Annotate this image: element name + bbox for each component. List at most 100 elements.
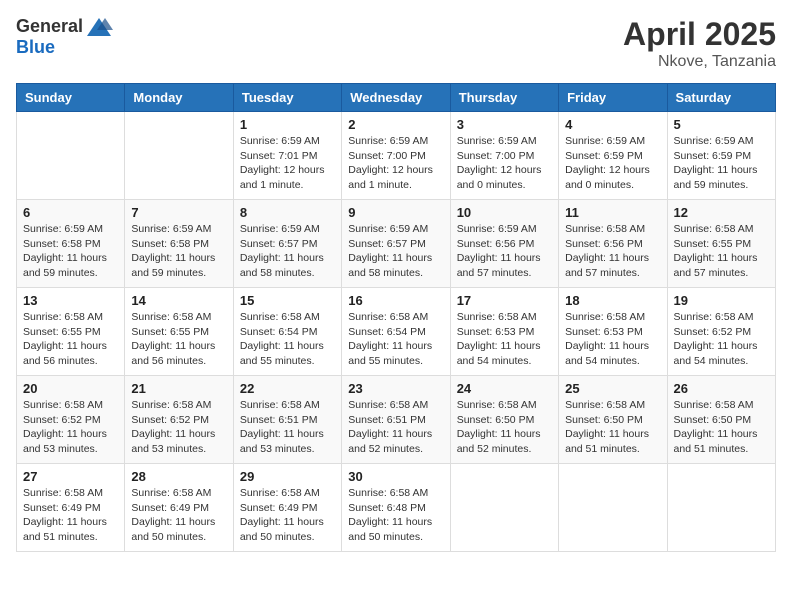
day-info: Sunrise: 6:58 AM Sunset: 6:51 PM Dayligh… <box>348 398 443 457</box>
page-header: General Blue April 2025 Nkove, Tanzania <box>16 16 776 71</box>
day-number: 18 <box>565 293 660 308</box>
day-info: Sunrise: 6:58 AM Sunset: 6:50 PM Dayligh… <box>457 398 552 457</box>
day-info: Sunrise: 6:58 AM Sunset: 6:54 PM Dayligh… <box>240 310 335 369</box>
calendar-cell: 3 Sunrise: 6:59 AM Sunset: 7:00 PM Daylig… <box>450 112 558 200</box>
day-number: 6 <box>23 205 118 220</box>
weekday-header-friday: Friday <box>559 84 667 112</box>
calendar-cell: 18 Sunrise: 6:58 AM Sunset: 6:53 PM Dayli… <box>559 288 667 376</box>
day-number: 27 <box>23 469 118 484</box>
calendar-cell: 4Sunrise: 6:59 AM Sunset: 6:59 PM Daylig… <box>559 112 667 200</box>
calendar-cell: 16 Sunrise: 6:58 AM Sunset: 6:54 PM Dayli… <box>342 288 450 376</box>
logo-blue: Blue <box>16 38 113 58</box>
day-number: 30 <box>348 469 443 484</box>
calendar-cell: 8 Sunrise: 6:59 AM Sunset: 6:57 PM Daylig… <box>233 200 341 288</box>
weekday-header-sunday: Sunday <box>17 84 125 112</box>
calendar-cell: 19 Sunrise: 6:58 AM Sunset: 6:52 PM Dayli… <box>667 288 775 376</box>
day-number: 20 <box>23 381 118 396</box>
weekday-header-wednesday: Wednesday <box>342 84 450 112</box>
day-info: Sunrise: 6:59 AM Sunset: 6:57 PM Dayligh… <box>348 222 443 281</box>
day-info: Sunrise: 6:58 AM Sunset: 6:51 PM Dayligh… <box>240 398 335 457</box>
day-info: Sunrise: 6:58 AM Sunset: 6:53 PM Dayligh… <box>457 310 552 369</box>
week-row-1: 1 Sunrise: 6:59 AM Sunset: 7:01 PM Daylig… <box>17 112 776 200</box>
calendar-cell: 6 Sunrise: 6:59 AM Sunset: 6:58 PM Daylig… <box>17 200 125 288</box>
weekday-header-saturday: Saturday <box>667 84 775 112</box>
calendar-cell: 23Sunrise: 6:58 AM Sunset: 6:51 PM Dayli… <box>342 376 450 464</box>
day-info: Sunrise: 6:58 AM Sunset: 6:54 PM Dayligh… <box>348 310 443 369</box>
calendar-cell: 14 Sunrise: 6:58 AM Sunset: 6:55 PM Dayli… <box>125 288 233 376</box>
week-row-3: 13 Sunrise: 6:58 AM Sunset: 6:55 PM Dayli… <box>17 288 776 376</box>
day-number: 7 <box>131 205 226 220</box>
day-number: 21 <box>131 381 226 396</box>
calendar-cell: 27 Sunrise: 6:58 AM Sunset: 6:49 PM Dayli… <box>17 464 125 552</box>
calendar-cell: 24 Sunrise: 6:58 AM Sunset: 6:50 PM Dayli… <box>450 376 558 464</box>
day-number: 26 <box>674 381 769 396</box>
day-number: 16 <box>348 293 443 308</box>
day-number: 14 <box>131 293 226 308</box>
weekday-header-row: SundayMondayTuesdayWednesdayThursdayFrid… <box>17 84 776 112</box>
week-row-2: 6 Sunrise: 6:59 AM Sunset: 6:58 PM Daylig… <box>17 200 776 288</box>
day-number: 8 <box>240 205 335 220</box>
day-info: Sunrise: 6:58 AM Sunset: 6:55 PM Dayligh… <box>131 310 226 369</box>
day-number: 25 <box>565 381 660 396</box>
calendar-cell: 13 Sunrise: 6:58 AM Sunset: 6:55 PM Dayli… <box>17 288 125 376</box>
day-info: Sunrise: 6:58 AM Sunset: 6:52 PM Dayligh… <box>131 398 226 457</box>
day-info: Sunrise: 6:58 AM Sunset: 6:55 PM Dayligh… <box>674 222 769 281</box>
day-number: 19 <box>674 293 769 308</box>
day-number: 29 <box>240 469 335 484</box>
calendar-table: SundayMondayTuesdayWednesdayThursdayFrid… <box>16 83 776 552</box>
day-number: 13 <box>23 293 118 308</box>
calendar-cell: 22 Sunrise: 6:58 AM Sunset: 6:51 PM Dayli… <box>233 376 341 464</box>
day-info: Sunrise: 6:58 AM Sunset: 6:52 PM Dayligh… <box>23 398 118 457</box>
day-info: Sunrise: 6:58 AM Sunset: 6:53 PM Dayligh… <box>565 310 660 369</box>
day-number: 12 <box>674 205 769 220</box>
week-row-5: 27 Sunrise: 6:58 AM Sunset: 6:49 PM Dayli… <box>17 464 776 552</box>
day-number: 4 <box>565 117 660 132</box>
day-info: Sunrise: 6:58 AM Sunset: 6:50 PM Dayligh… <box>565 398 660 457</box>
day-info: Sunrise: 6:58 AM Sunset: 6:55 PM Dayligh… <box>23 310 118 369</box>
calendar-cell: 25 Sunrise: 6:58 AM Sunset: 6:50 PM Dayli… <box>559 376 667 464</box>
logo-icon <box>85 16 113 38</box>
calendar-cell <box>667 464 775 552</box>
calendar-cell: 10Sunrise: 6:59 AM Sunset: 6:56 PM Dayli… <box>450 200 558 288</box>
calendar-cell <box>125 112 233 200</box>
calendar-cell: 12 Sunrise: 6:58 AM Sunset: 6:55 PM Dayli… <box>667 200 775 288</box>
day-info: Sunrise: 6:58 AM Sunset: 6:49 PM Dayligh… <box>131 486 226 545</box>
title-block: April 2025 Nkove, Tanzania <box>623 16 776 71</box>
calendar-cell: 17 Sunrise: 6:58 AM Sunset: 6:53 PM Dayli… <box>450 288 558 376</box>
weekday-header-monday: Monday <box>125 84 233 112</box>
calendar-cell: 15 Sunrise: 6:58 AM Sunset: 6:54 PM Dayli… <box>233 288 341 376</box>
day-info: Sunrise: 6:59 AM Sunset: 6:58 PM Dayligh… <box>131 222 226 281</box>
calendar-location: Nkove, Tanzania <box>623 53 776 71</box>
logo: General Blue <box>16 16 113 58</box>
calendar-cell: 1 Sunrise: 6:59 AM Sunset: 7:01 PM Daylig… <box>233 112 341 200</box>
day-info: Sunrise: 6:59 AM Sunset: 7:00 PM Dayligh… <box>348 134 443 193</box>
week-row-4: 20 Sunrise: 6:58 AM Sunset: 6:52 PM Dayli… <box>17 376 776 464</box>
calendar-cell: 5Sunrise: 6:59 AM Sunset: 6:59 PM Daylig… <box>667 112 775 200</box>
day-number: 3 <box>457 117 552 132</box>
calendar-cell <box>450 464 558 552</box>
day-info: Sunrise: 6:58 AM Sunset: 6:52 PM Dayligh… <box>674 310 769 369</box>
day-info: Sunrise: 6:59 AM Sunset: 6:58 PM Dayligh… <box>23 222 118 281</box>
weekday-header-thursday: Thursday <box>450 84 558 112</box>
day-number: 1 <box>240 117 335 132</box>
day-info: Sunrise: 6:58 AM Sunset: 6:48 PM Dayligh… <box>348 486 443 545</box>
day-number: 24 <box>457 381 552 396</box>
day-info: Sunrise: 6:59 AM Sunset: 7:01 PM Dayligh… <box>240 134 335 193</box>
calendar-cell: 28 Sunrise: 6:58 AM Sunset: 6:49 PM Dayli… <box>125 464 233 552</box>
day-number: 22 <box>240 381 335 396</box>
day-info: Sunrise: 6:59 AM Sunset: 7:00 PM Dayligh… <box>457 134 552 193</box>
day-number: 17 <box>457 293 552 308</box>
day-number: 10 <box>457 205 552 220</box>
day-number: 15 <box>240 293 335 308</box>
calendar-cell: 20 Sunrise: 6:58 AM Sunset: 6:52 PM Dayli… <box>17 376 125 464</box>
calendar-cell: 21 Sunrise: 6:58 AM Sunset: 6:52 PM Dayli… <box>125 376 233 464</box>
calendar-cell: 7 Sunrise: 6:59 AM Sunset: 6:58 PM Daylig… <box>125 200 233 288</box>
day-info: Sunrise: 6:59 AM Sunset: 6:57 PM Dayligh… <box>240 222 335 281</box>
calendar-cell <box>17 112 125 200</box>
day-number: 2 <box>348 117 443 132</box>
calendar-cell: 2 Sunrise: 6:59 AM Sunset: 7:00 PM Daylig… <box>342 112 450 200</box>
day-info: Sunrise: 6:58 AM Sunset: 6:49 PM Dayligh… <box>23 486 118 545</box>
day-number: 28 <box>131 469 226 484</box>
day-info: Sunrise: 6:58 AM Sunset: 6:50 PM Dayligh… <box>674 398 769 457</box>
calendar-cell: 30 Sunrise: 6:58 AM Sunset: 6:48 PM Dayli… <box>342 464 450 552</box>
